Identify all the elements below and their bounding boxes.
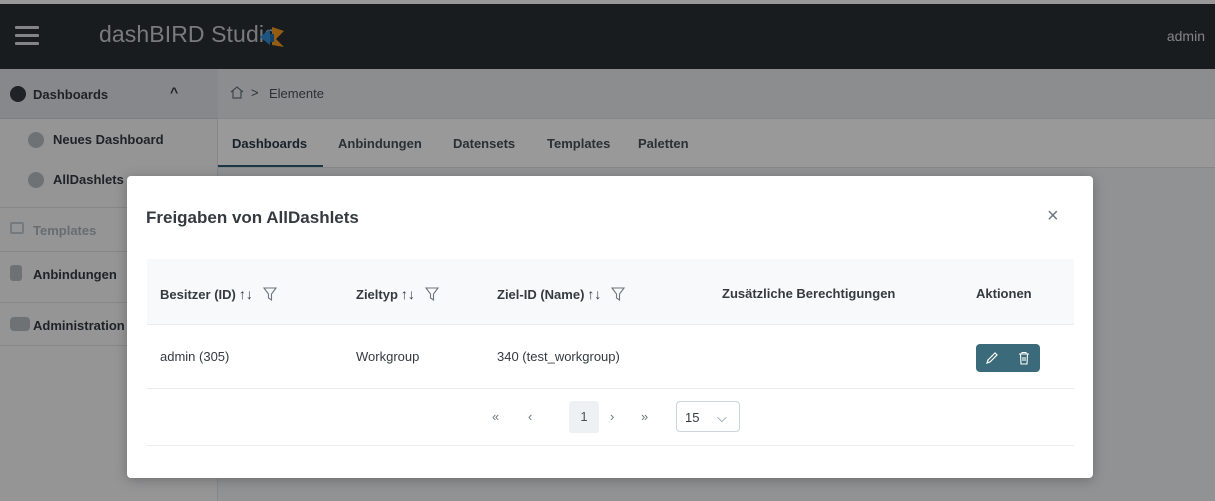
column-header-owner[interactable]: Besitzer (ID) ↑↓ [160, 286, 277, 302]
delete-button[interactable] [1008, 344, 1040, 372]
sort-icon[interactable]: ↑↓ [587, 286, 601, 302]
filter-icon[interactable] [611, 287, 626, 301]
sort-icon[interactable]: ↑↓ [239, 286, 253, 302]
edit-button[interactable] [976, 344, 1008, 372]
column-header-actions: Aktionen [976, 286, 1032, 301]
column-header-label: Ziel-ID (Name) [497, 287, 585, 302]
filter-icon[interactable] [262, 287, 277, 301]
table-row: admin (305) Workgroup 340 (test_workgrou… [147, 325, 1074, 389]
column-header-target-id[interactable]: Ziel-ID (Name) ↑↓ [497, 286, 626, 302]
row-actions [976, 344, 1040, 372]
table-header: Besitzer (ID) ↑↓ Zieltyp ↑↓ Ziel-ID (Name)… [147, 259, 1074, 325]
last-page-button[interactable]: » [641, 409, 648, 424]
filter-icon[interactable] [424, 287, 439, 301]
column-header-label: Zieltyp [356, 287, 398, 302]
dialog-title: Freigaben von AllDashlets [146, 208, 359, 227]
page-size-select[interactable]: 15 ⌵ [676, 401, 740, 432]
sort-icon[interactable]: ↑↓ [401, 286, 415, 302]
close-icon[interactable]: × [1047, 206, 1059, 226]
trash-icon [1019, 351, 1029, 365]
column-header-label: Besitzer (ID) [160, 287, 236, 302]
chevron-down-icon: ⌵ [717, 410, 727, 425]
page-size-value: 15 [685, 410, 700, 425]
shares-dialog: Freigaben von AllDashlets × Besitzer (ID… [127, 176, 1093, 478]
column-header-target-type[interactable]: Zieltyp ↑↓ [356, 286, 439, 302]
cell-target-id: 340 (test_workgroup) [497, 349, 620, 364]
current-page-button[interactable]: 1 [569, 401, 599, 433]
pencil-icon [986, 352, 998, 364]
column-header-extra-permissions: Zusätzliche Berechtigungen [722, 286, 896, 301]
prev-page-button[interactable]: ‹ [528, 409, 532, 424]
cell-target-type: Workgroup [356, 349, 420, 364]
next-page-button[interactable]: › [610, 409, 614, 424]
first-page-button[interactable]: « [492, 409, 499, 424]
cell-owner: admin (305) [160, 349, 230, 364]
pagination: « ‹ 1 › » 15 ⌵ [147, 389, 1074, 446]
